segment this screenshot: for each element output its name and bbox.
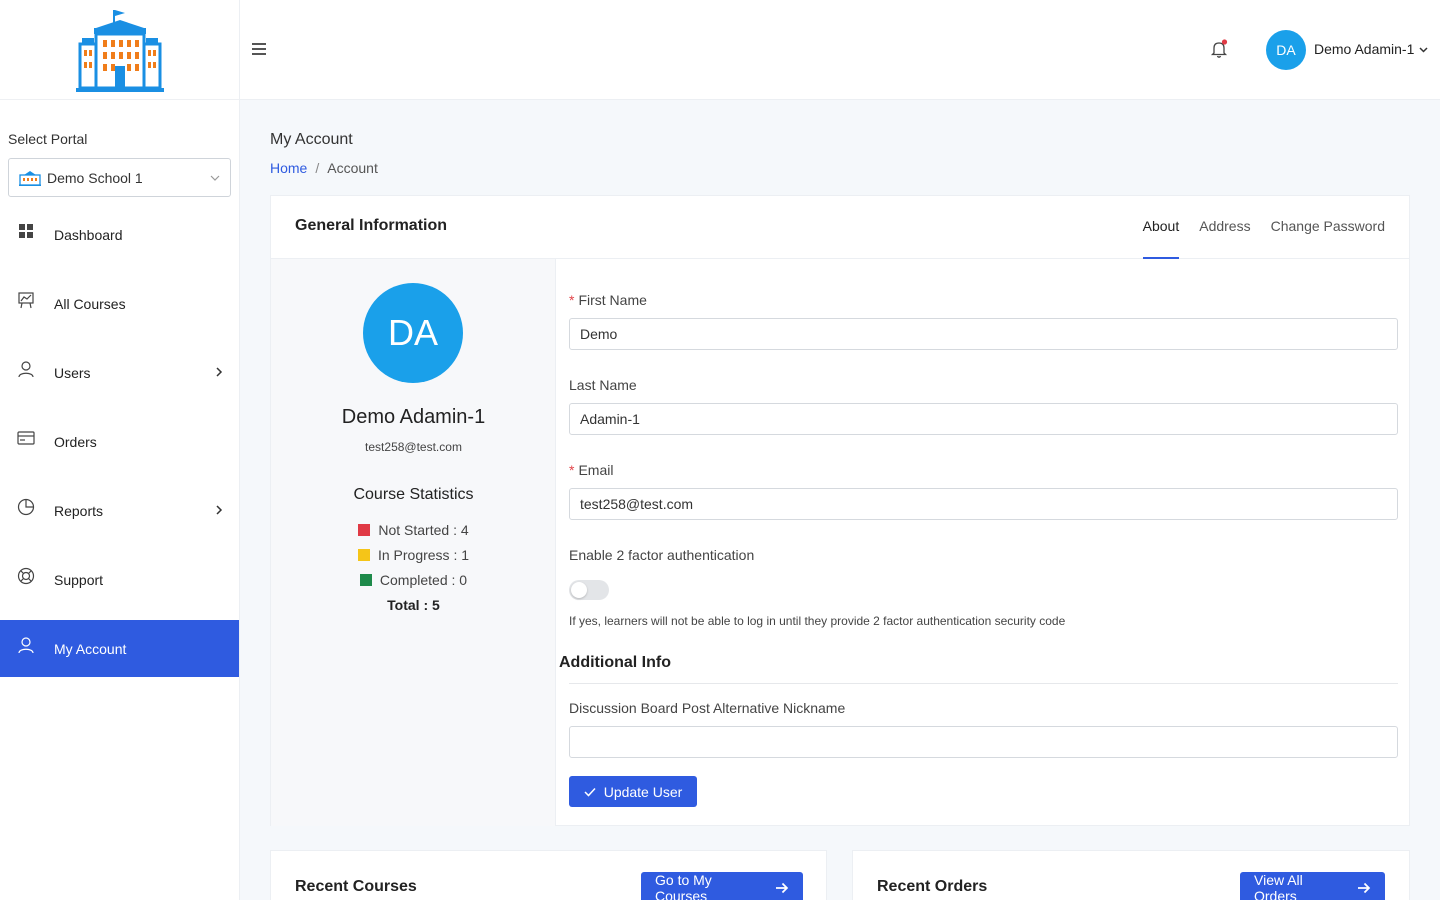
first-name-label-text: First Name	[578, 292, 647, 308]
required-asterisk: *	[569, 462, 575, 478]
chevron-right-icon	[216, 505, 223, 515]
breadcrumb-separator: /	[315, 160, 320, 176]
sidebar-item-dashboard[interactable]: Dashboard	[0, 206, 239, 263]
card-title: General Information	[295, 217, 448, 234]
user-icon	[17, 636, 35, 654]
sidebar-item-all-courses[interactable]: All Courses	[0, 275, 239, 332]
additional-info-title: Additional Info	[559, 654, 671, 671]
email-label: * Email	[569, 462, 613, 478]
chevron-down-icon	[210, 175, 220, 181]
profile-email: test258@test.com	[365, 440, 462, 454]
top-header: DA Demo Adamin-1	[240, 0, 1440, 100]
sidebar-item-label: My Account	[54, 640, 127, 657]
sidebar-item-label: Reports	[54, 502, 104, 519]
toggle-knob	[571, 582, 587, 598]
grid-icon	[17, 222, 35, 240]
sidebar-item-orders[interactable]: Orders	[0, 413, 239, 470]
tab-about[interactable]: About	[1142, 196, 1179, 259]
sidebar: Select Portal Demo School 1 Dashboard Al…	[0, 0, 240, 900]
logo[interactable]	[0, 0, 239, 100]
update-user-label: Update User	[603, 783, 683, 800]
school-icon	[19, 170, 41, 186]
course-statistics-title: Course Statistics	[353, 486, 474, 503]
recent-courses-title: Recent Courses	[295, 878, 417, 895]
course-statistics-list: Not Started : 4 In Progress : 1 Complete…	[271, 517, 556, 617]
first-name-label: * First Name	[569, 292, 647, 308]
first-name-input[interactable]	[569, 318, 1398, 350]
breadcrumb-home-link[interactable]: Home	[270, 160, 307, 176]
school-building-icon	[75, 9, 164, 92]
stat-not-started: Not Started : 4	[271, 517, 556, 542]
tab-bar: About Address Change Password	[1123, 196, 1385, 259]
twofa-toggle[interactable]	[569, 580, 609, 600]
tab-address[interactable]: Address	[1199, 196, 1250, 259]
recent-orders-card: Recent Orders View All Orders	[852, 850, 1410, 900]
update-user-button[interactable]: Update User	[569, 776, 697, 807]
recent-orders-title: Recent Orders	[877, 878, 988, 895]
user-avatar[interactable]: DA	[1266, 30, 1306, 70]
email-label-text: Email	[578, 462, 614, 478]
twofa-label: Enable 2 factor authentication	[569, 547, 755, 563]
required-asterisk: *	[569, 292, 575, 308]
breadcrumb: Home / Account	[270, 160, 378, 176]
last-name-input[interactable]	[569, 403, 1398, 435]
user-menu-name[interactable]: Demo Adamin-1	[1314, 41, 1414, 57]
stat-in-progress: In Progress : 1	[271, 542, 556, 567]
sidebar-item-label: All Courses	[54, 295, 126, 312]
sidebar-item-my-account[interactable]: My Account	[0, 620, 239, 677]
sidebar-item-users[interactable]: Users	[0, 344, 239, 401]
profile-name: Demo Adamin-1	[341, 406, 486, 428]
nickname-label: Discussion Board Post Alternative Nickna…	[569, 700, 846, 716]
arrow-right-icon	[776, 882, 789, 894]
sidebar-item-label: Dashboard	[54, 226, 123, 243]
go-to-my-courses-label: Go to My Courses	[655, 872, 712, 900]
view-all-orders-label: View All Orders	[1254, 872, 1303, 900]
pie-chart-icon	[17, 498, 35, 516]
email-input[interactable]	[569, 488, 1398, 520]
last-name-label: Last Name	[569, 377, 637, 393]
chevron-right-icon	[216, 367, 223, 377]
about-form: *First Name Last Name *Email Enable 2 fa…	[557, 259, 1410, 826]
sidebar-nav: Dashboard All Courses Users Orders Repor…	[0, 206, 239, 689]
presentation-icon	[17, 291, 35, 309]
twofa-help-text: If yes, learners will not be able to log…	[569, 614, 1066, 628]
go-to-my-courses-button[interactable]: Go to My Courses	[641, 872, 803, 900]
portal-label: Select Portal	[8, 131, 88, 147]
recent-courses-card: Recent Courses Go to My Courses	[270, 850, 827, 900]
stat-completed: Completed : 0	[271, 567, 556, 592]
portal-select[interactable]: Demo School 1	[8, 158, 231, 197]
sidebar-item-reports[interactable]: Reports	[0, 482, 239, 539]
arrow-right-icon	[1358, 882, 1371, 894]
sidebar-item-label: Support	[54, 571, 104, 588]
chevron-down-icon[interactable]	[1419, 45, 1428, 54]
stat-label: Not Started : 4	[378, 521, 469, 538]
lifebuoy-icon	[17, 567, 35, 585]
sidebar-item-label: Orders	[54, 433, 97, 450]
bell-notification-icon[interactable]	[1210, 39, 1228, 59]
sidebar-item-support[interactable]: Support	[0, 551, 239, 608]
page-title: My Account	[270, 131, 353, 148]
profile-avatar: DA	[363, 283, 463, 383]
yellow-square-icon	[357, 548, 370, 561]
general-information-card: General Information About Address Change…	[270, 195, 1410, 826]
tab-change-password[interactable]: Change Password	[1271, 196, 1385, 259]
hamburger-menu-icon[interactable]	[252, 43, 266, 55]
breadcrumb-current: Account	[327, 160, 378, 176]
stat-total: Total : 5	[387, 596, 440, 613]
card-header: General Information About Address Change…	[271, 196, 1409, 259]
view-all-orders-button[interactable]: View All Orders	[1240, 872, 1385, 900]
green-square-icon	[359, 573, 372, 586]
stat-label: In Progress : 1	[377, 546, 470, 563]
red-square-icon	[358, 523, 371, 536]
sidebar-item-label: Users	[54, 364, 91, 381]
check-icon	[584, 787, 596, 797]
divider	[569, 683, 1398, 684]
user-icon	[17, 360, 35, 378]
card-icon	[17, 429, 35, 447]
stat-label: Completed : 0	[379, 571, 468, 588]
profile-panel: DA Demo Adamin-1 test258@test.com Course…	[271, 259, 556, 826]
nickname-input[interactable]	[569, 726, 1398, 758]
portal-select-value: Demo School 1	[47, 169, 143, 186]
